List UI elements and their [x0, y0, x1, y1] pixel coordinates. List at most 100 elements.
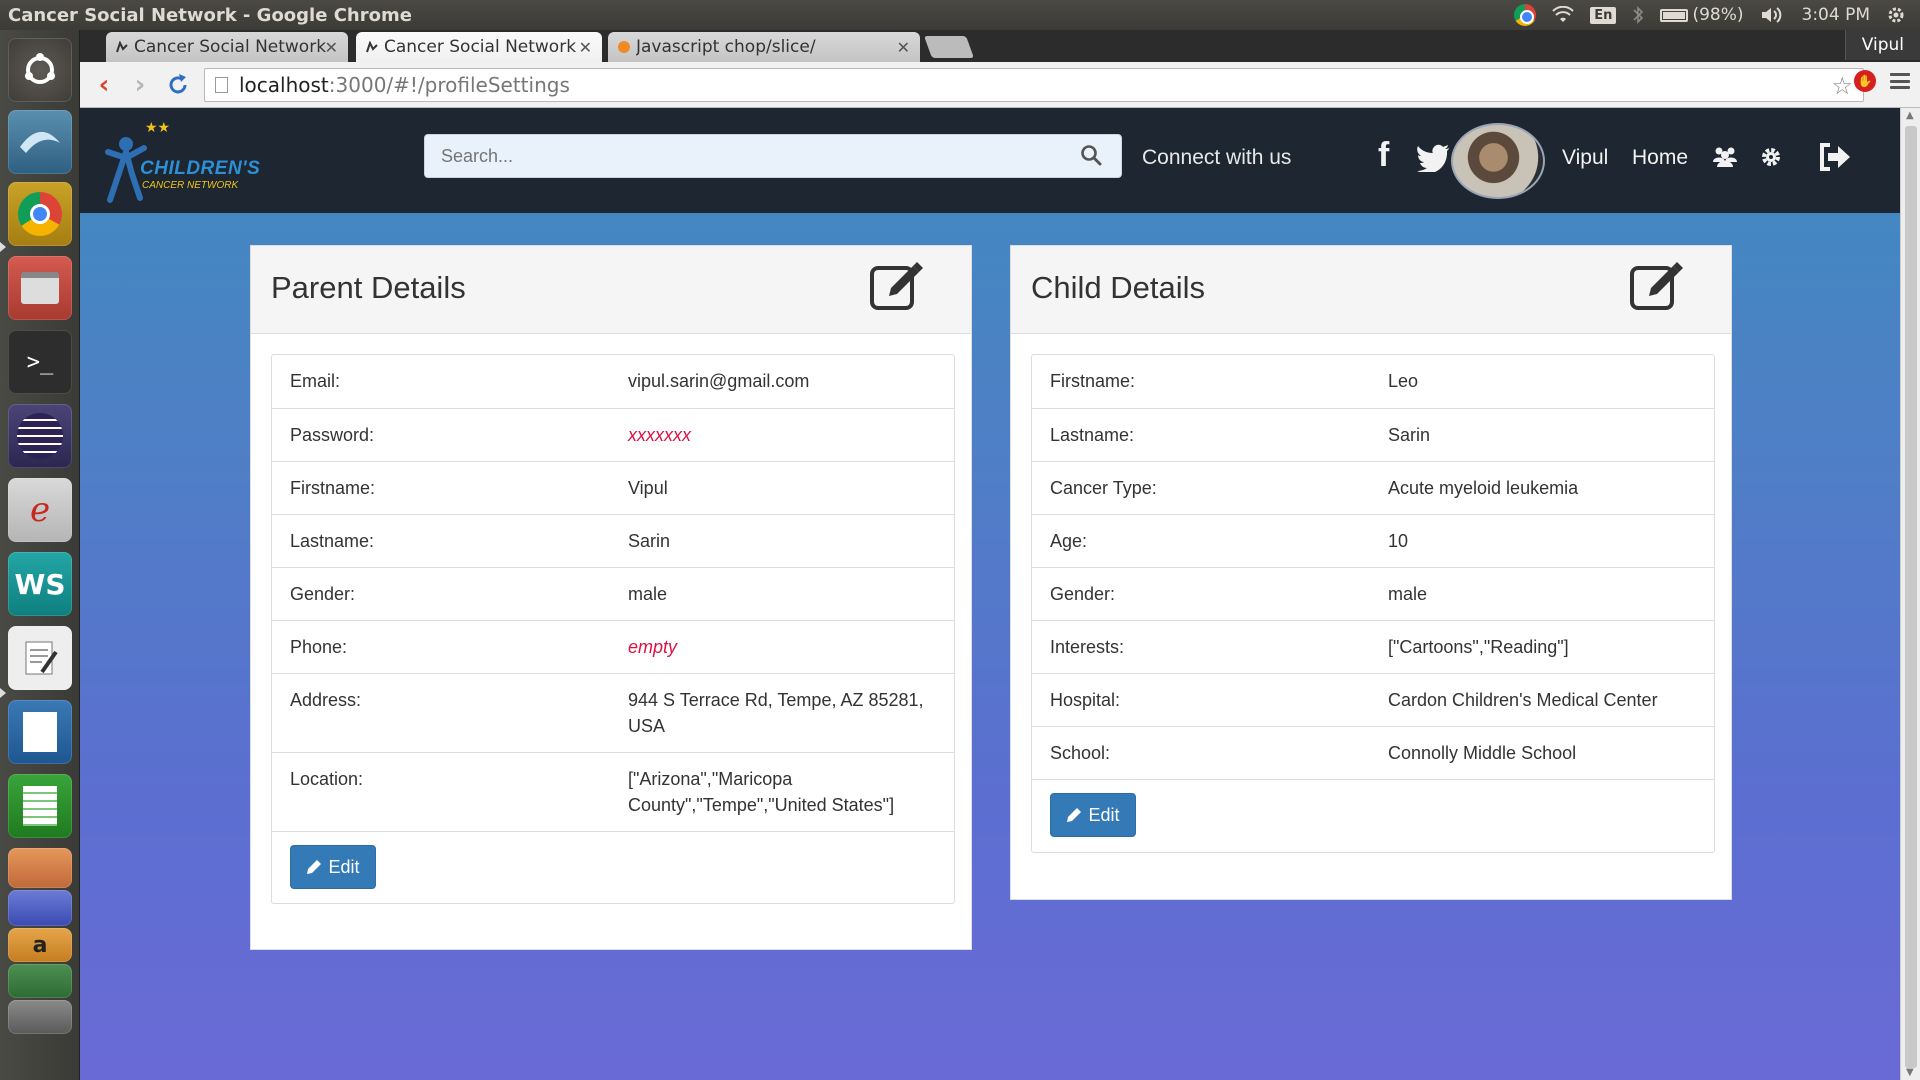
reload-button[interactable]	[160, 67, 196, 103]
row-value: vipul.sarin@gmail.com	[628, 371, 810, 391]
settings-app-icon[interactable]	[8, 890, 72, 926]
row-value: ["Cartoons","Reading"]	[1388, 637, 1569, 657]
terminal-app-icon[interactable]: >_	[8, 330, 72, 394]
extension-stop-icon[interactable]: ✋	[1854, 70, 1876, 92]
child-row-actions: Edit	[1032, 779, 1714, 852]
parent-row-lastname: Lastname: Sarin	[272, 514, 954, 567]
parent-details-panel: Parent Details Email: vipul.sarin@gmail.…	[250, 245, 972, 950]
battery-icon	[1660, 8, 1689, 22]
webstorm-app-icon[interactable]: WS	[8, 552, 72, 616]
phone-value-link[interactable]: empty	[628, 634, 928, 660]
web-browser-app-icon[interactable]	[8, 110, 72, 174]
new-tab-button[interactable]	[923, 36, 975, 58]
scrollbar-thumb[interactable]	[1905, 126, 1917, 1068]
chrome-menu-icon[interactable]	[1890, 73, 1910, 89]
user-avatar[interactable]	[1451, 123, 1545, 199]
tab-3[interactable]: Javascript chop/slice/ ✕	[608, 32, 920, 62]
scroll-down-icon[interactable]: ▼	[1906, 1067, 1914, 1078]
child-row-firstname: Firstname: Leo	[1032, 355, 1714, 408]
edit-icon[interactable]	[1629, 260, 1685, 312]
search-icon[interactable]	[1080, 144, 1102, 166]
tab-1[interactable]: Cancer Social Network ✕	[106, 32, 348, 62]
row-value: Connolly Middle School	[1388, 743, 1577, 763]
bookmark-star-icon[interactable]: ☆	[1831, 72, 1853, 100]
row-value: ["Arizona","Maricopa County","Tempe","Un…	[628, 769, 895, 815]
row-value: Cardon Children's Medical Center	[1388, 690, 1658, 710]
parent-panel-title: Parent Details	[271, 270, 466, 305]
forward-button[interactable]: ›	[122, 67, 158, 103]
calc-app-icon[interactable]	[8, 774, 72, 838]
tab-2-active[interactable]: Cancer Social Network ✕	[356, 32, 602, 62]
browser-tab-strip: Cancer Social Network ✕ Cancer Social Ne…	[80, 30, 1920, 62]
tab-title: Javascript chop/slice/	[636, 37, 816, 57]
row-value: 10	[1388, 531, 1409, 551]
row-label: Lastname:	[290, 531, 375, 551]
row-value: male	[628, 584, 668, 604]
search-input[interactable]	[424, 134, 1122, 178]
community-icon[interactable]	[1712, 146, 1738, 168]
address-bar[interactable]: localhost:3000/#!/profileSettings ☆	[204, 68, 1864, 102]
child-row-gender: Gender: male	[1032, 567, 1714, 620]
tab-title: Cancer Social Network	[384, 37, 577, 57]
parent-row-email: Email: vipul.sarin@gmail.com	[272, 355, 954, 408]
row-label: Age:	[1050, 531, 1088, 551]
close-tab-icon[interactable]: ✕	[579, 38, 592, 57]
pencil-icon	[1067, 808, 1082, 822]
page-scrollbar[interactable]: ▲ ▼	[1900, 108, 1920, 1080]
clock[interactable]: 3:04 PM	[1802, 5, 1871, 25]
close-tab-icon[interactable]: ✕	[325, 38, 338, 57]
software-center-app-icon[interactable]	[8, 964, 72, 998]
tab-title: Cancer Social Network	[134, 37, 327, 57]
browser-user-button[interactable]: Vipul	[1844, 30, 1920, 60]
logo-line-2: CANCER NETWORK	[142, 180, 239, 191]
site-logo[interactable]: ★★ CHILDREN'S CANCER NETWORK	[100, 120, 270, 205]
user-name-link[interactable]: Vipul	[1562, 146, 1608, 170]
home-link[interactable]: Home	[1632, 146, 1688, 170]
eclipse-app-icon[interactable]	[8, 404, 72, 468]
files-app-icon[interactable]	[8, 256, 72, 320]
connect-label: Connect with us	[1142, 146, 1292, 169]
password-value-link[interactable]: xxxxxxx	[628, 422, 928, 448]
row-label: Email:	[290, 371, 341, 391]
parent-edit-button[interactable]: Edit	[290, 845, 376, 889]
child-edit-button[interactable]: Edit	[1050, 793, 1136, 837]
trash-app-icon[interactable]	[8, 1000, 72, 1034]
wifi-icon[interactable]	[1552, 6, 1575, 24]
row-label: Gender:	[1050, 584, 1116, 604]
volume-icon[interactable]	[1760, 5, 1786, 25]
text-editor-app-icon[interactable]	[8, 626, 72, 690]
battery-percent: (98%)	[1692, 5, 1744, 25]
draw-app-icon[interactable]	[8, 700, 72, 764]
facebook-icon[interactable]: f	[1378, 136, 1389, 175]
window-title: Cancer Social Network - Google Chrome	[8, 4, 412, 26]
pdf-reader-app-icon[interactable]: e	[8, 478, 72, 542]
scroll-up-icon[interactable]: ▲	[1906, 110, 1914, 121]
row-label: Firstname:	[290, 478, 376, 498]
row-value: Vipul	[628, 478, 668, 498]
row-label: Phone:	[290, 637, 348, 657]
close-tab-icon[interactable]: ✕	[897, 38, 910, 57]
impress-app-icon[interactable]	[8, 848, 72, 888]
dash-home-icon[interactable]	[8, 38, 72, 102]
child-details-table: Firstname: Leo Lastname: Sarin Cancer Ty…	[1031, 354, 1715, 853]
edit-icon[interactable]	[869, 260, 925, 312]
chrome-logo-icon	[18, 192, 62, 236]
parent-row-location: Location: ["Arizona","Maricopa County","…	[272, 752, 954, 831]
back-button[interactable]: ‹	[86, 67, 122, 103]
parent-row-phone: Phone: empty	[272, 620, 954, 673]
bluetooth-icon[interactable]	[1632, 5, 1644, 25]
reload-icon	[169, 74, 187, 94]
gear-icon[interactable]	[1760, 146, 1782, 168]
parent-row-password: Password: xxxxxxx	[272, 408, 954, 461]
system-gear-icon[interactable]	[1886, 5, 1906, 25]
keyboard-layout-indicator[interactable]: En	[1590, 6, 1617, 24]
site-favicon-icon	[116, 41, 128, 53]
chrome-indicator-icon[interactable]	[1514, 4, 1537, 26]
amazon-app-icon[interactable]: a	[8, 928, 72, 962]
twitter-icon[interactable]	[1416, 144, 1450, 172]
chrome-app-icon[interactable]	[8, 182, 72, 246]
row-label: Password:	[290, 425, 375, 445]
battery-indicator[interactable]: (98%)	[1660, 5, 1744, 25]
row-value: male	[1388, 584, 1428, 604]
logout-icon[interactable]	[1818, 142, 1852, 172]
